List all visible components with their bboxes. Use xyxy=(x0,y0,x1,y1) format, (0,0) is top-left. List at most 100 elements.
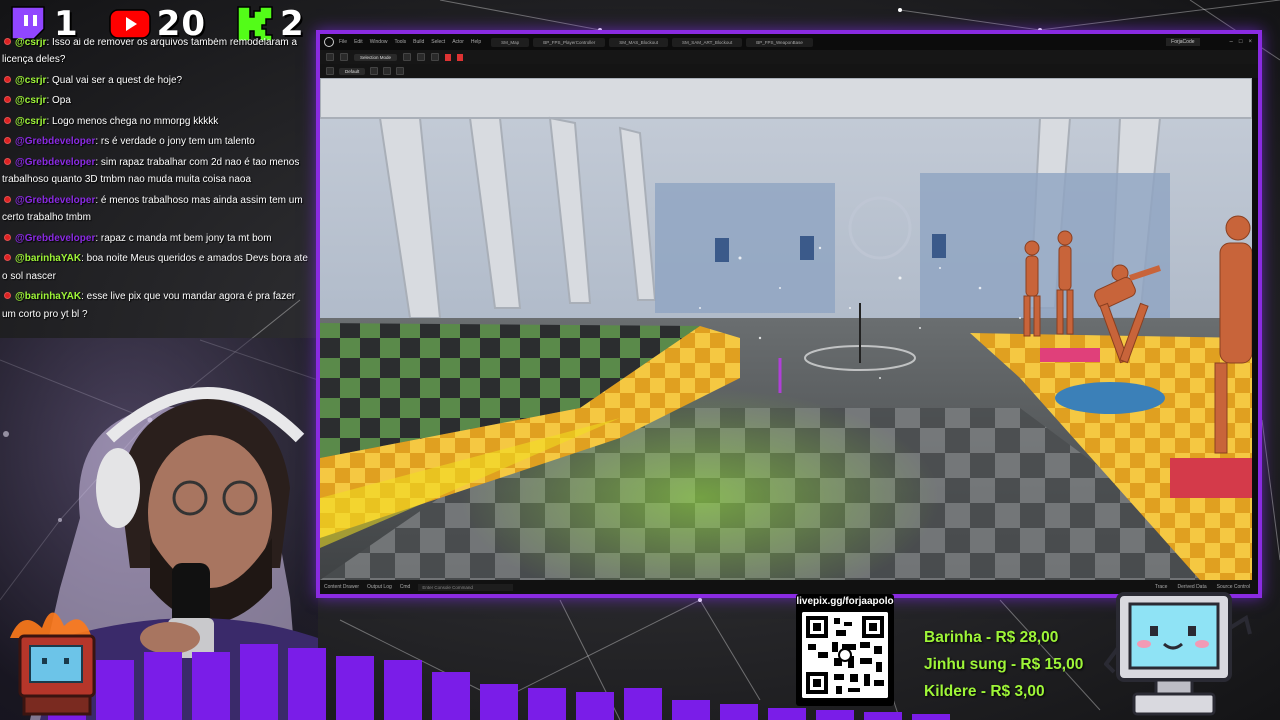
chat-username: @csrjr xyxy=(15,38,47,48)
chat-username: @Grebdeveloper xyxy=(15,232,96,244)
unreal-editor-window[interactable]: File Edit Window Tools Build Select Acto… xyxy=(316,30,1262,598)
translate-icon[interactable] xyxy=(370,67,379,75)
level-viewport[interactable] xyxy=(320,78,1252,580)
equalizer-bar xyxy=(816,710,854,720)
menu-actor[interactable]: Actor xyxy=(452,39,464,45)
close-icon[interactable]: × xyxy=(1248,39,1252,45)
qr-code-icon xyxy=(802,612,888,698)
chat-message: @barinhaYAK: boa noite Meus queridos e a… xyxy=(2,249,308,287)
chat-message: @Grebdeveloper: rs é verdade o jony tem … xyxy=(2,132,308,153)
menu-tools[interactable]: Tools xyxy=(394,39,406,45)
chat-message: @Grebdeveloper: é menos trabalhoso mas a… xyxy=(2,190,308,228)
console-command-input[interactable]: Enter Console Command xyxy=(418,583,513,591)
chat-username: @Grebdeveloper xyxy=(15,136,96,147)
save-icon[interactable] xyxy=(326,53,334,61)
equalizer-bar xyxy=(480,684,518,720)
editor-tab-4[interactable]: SM_SAM_ART_Blockout xyxy=(672,37,743,47)
editor-tab-2[interactable]: BP_FPS_PlayerController xyxy=(533,37,606,47)
chat-username: @Grebdeveloper xyxy=(15,194,96,206)
chat-message: @csrjr: Isso ai de remover os arquivos t… xyxy=(2,38,308,70)
equalizer-bar xyxy=(768,708,806,720)
viewport-menu-icon[interactable] xyxy=(326,67,334,75)
window-controls: – □ × xyxy=(1230,39,1252,45)
chat-badge-icon xyxy=(4,292,11,299)
equalizer-bar xyxy=(576,692,614,720)
details-panel-strip[interactable] xyxy=(1252,78,1258,580)
chat-message: @csrjr: Logo menos chega no mmorpg kkkkk xyxy=(2,111,308,132)
editor-menu-bar: File Edit Window Tools Build Select Acto… xyxy=(339,39,481,45)
donation-item: Jinhu sung - R$ 15,00 xyxy=(924,656,1084,673)
viewport-toolbar: Default xyxy=(320,64,1258,78)
chat-username: @csrjr xyxy=(15,74,47,86)
forge-mascot-left xyxy=(10,612,96,716)
equalizer-bar xyxy=(912,714,950,720)
editor-toolbar: Selection Mode xyxy=(320,50,1258,64)
menu-window[interactable]: Window xyxy=(370,39,388,45)
mode-selector[interactable]: Selection Mode xyxy=(354,53,398,61)
donation-list: Barinha - R$ 28,00 Jinhu sung - R$ 15,00… xyxy=(924,624,1124,705)
chat-badge-icon xyxy=(4,157,11,165)
editor-tab-1[interactable]: SM_Map xyxy=(491,37,530,47)
equalizer-bar xyxy=(528,688,566,720)
chat-badge-icon xyxy=(4,137,11,144)
content-icon[interactable] xyxy=(340,53,348,61)
rotate-icon[interactable] xyxy=(383,67,392,75)
livepix-url: livepix.gg/forjaapolo xyxy=(796,596,894,607)
scale-icon[interactable] xyxy=(396,67,405,75)
editor-titlebar: File Edit Window Tools Build Select Acto… xyxy=(320,34,1258,50)
chat-username: @csrjr xyxy=(15,95,47,106)
chat-message: @csrjr: Qual vai ser a quest de hoje? xyxy=(2,70,308,91)
donation-item: Kildere - R$ 3,00 xyxy=(924,683,1045,700)
chat-message: @csrjr: Opa xyxy=(2,91,308,112)
chat-badge-icon xyxy=(4,38,11,45)
stop-icon[interactable] xyxy=(457,53,464,61)
menu-edit[interactable]: Edit xyxy=(354,39,363,45)
editor-tab-5[interactable]: BP_FPS_WeaponBase xyxy=(746,37,813,47)
menu-build[interactable]: Build xyxy=(413,39,424,45)
chat-username: @Grebdeveloper xyxy=(15,156,96,168)
viewport-perspective[interactable]: Default xyxy=(339,67,366,75)
computer-mascot-right xyxy=(1104,592,1252,716)
chat-message: @barinhaYAK: esse live pix que vou manda… xyxy=(2,287,308,325)
editor-tabs: SM_Map BP_FPS_PlayerController SM_MAS_Bl… xyxy=(491,37,813,47)
content-drawer-button[interactable]: Content Drawer xyxy=(324,584,359,590)
chat-badge-icon xyxy=(4,254,11,261)
chat-panel: @csrjr: Isso ai de remover os arquivos t… xyxy=(0,38,308,338)
equalizer-bar xyxy=(336,656,374,720)
equalizer-bar xyxy=(192,652,230,720)
equalizer-bar xyxy=(240,644,278,720)
equalizer-bar xyxy=(288,648,326,720)
equalizer-bar xyxy=(144,652,182,720)
chat-badge-icon xyxy=(4,75,11,83)
equalizer-bar xyxy=(672,700,710,720)
chat-badge-icon xyxy=(4,96,11,103)
project-name: ForjaCode xyxy=(1166,38,1200,46)
chat-username: @barinhaYAK xyxy=(15,253,82,264)
play-icon[interactable] xyxy=(445,53,452,61)
cmd-label: Cmd xyxy=(399,584,411,590)
menu-help[interactable]: Help xyxy=(471,39,481,45)
add-actor-icon[interactable] xyxy=(403,53,412,61)
chat-text: : Opa xyxy=(46,95,71,106)
equalizer-bar xyxy=(432,672,470,720)
chat-badge-icon xyxy=(4,233,11,241)
livepix-qr-card: livepix.gg/forjaapolo xyxy=(796,594,894,706)
chat-message: @Grebdeveloper: sim rapaz trabalhar com … xyxy=(2,152,308,190)
chat-badge-icon xyxy=(4,116,11,124)
maximize-icon[interactable]: □ xyxy=(1239,39,1243,45)
minimize-icon[interactable]: – xyxy=(1230,39,1233,45)
chat-text: : rapaz c manda mt bem jony ta mt bom xyxy=(95,232,272,244)
chat-text: : rs é verdade o jony tem um talento xyxy=(95,136,255,147)
youtube-icon xyxy=(108,9,151,39)
blueprint-icon[interactable] xyxy=(417,53,426,61)
equalizer-bar xyxy=(720,704,758,720)
output-log-button[interactable]: Output Log xyxy=(367,584,392,590)
equalizer-bar xyxy=(864,712,902,720)
menu-file[interactable]: File xyxy=(339,39,347,45)
cinematics-icon[interactable] xyxy=(431,53,440,61)
equalizer-bar xyxy=(384,660,422,720)
unreal-logo-icon xyxy=(324,37,334,47)
chat-username: @barinhaYAK xyxy=(15,291,82,302)
editor-tab-3[interactable]: SM_MAS_Blockout xyxy=(609,37,668,47)
menu-select[interactable]: Select xyxy=(431,39,445,45)
